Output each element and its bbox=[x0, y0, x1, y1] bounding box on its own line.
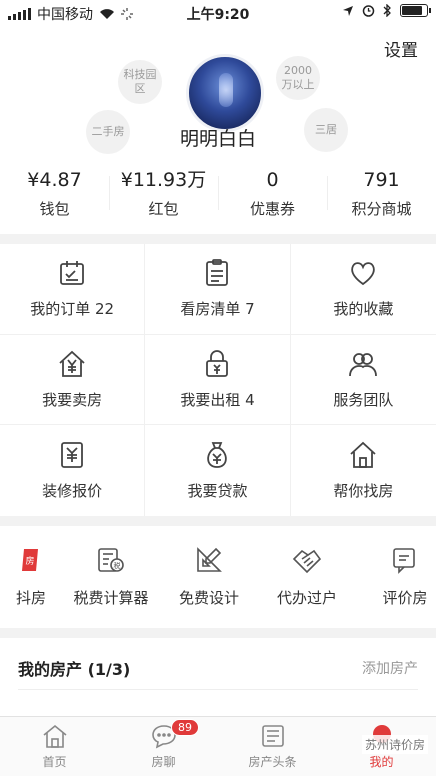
home-icon bbox=[350, 441, 376, 469]
grid-item-favorites[interactable]: 我的收藏 bbox=[290, 244, 436, 335]
stat-value: ¥11.93万 bbox=[120, 169, 207, 191]
grid-item-sell-house[interactable]: 我要卖房 bbox=[0, 334, 146, 426]
grid-item-viewing-list[interactable]: 看房清单 7 bbox=[145, 244, 291, 335]
battery-icon bbox=[400, 4, 431, 17]
tab-chat[interactable]: 房聊 89 bbox=[109, 717, 218, 776]
tool-label: 税费计算器 bbox=[73, 588, 149, 607]
house-yen-icon bbox=[59, 350, 85, 377]
alarm-icon bbox=[362, 5, 375, 17]
my-property-title: 我的房产 (1/3) bbox=[18, 659, 131, 679]
avatar[interactable] bbox=[186, 54, 264, 132]
home-tab-icon bbox=[42, 724, 67, 748]
bluetooth-icon bbox=[383, 4, 391, 17]
svg-text:税: 税 bbox=[114, 561, 121, 570]
grid-item-label: 服务团队 bbox=[333, 390, 394, 409]
tab-label: 房聊 bbox=[151, 755, 176, 769]
stat-label: 红包 bbox=[148, 200, 179, 218]
section-divider bbox=[0, 628, 436, 638]
grid-item-orders[interactable]: 我的订单 22 bbox=[0, 244, 146, 335]
news-icon bbox=[261, 725, 284, 747]
calculator-icon: 税 bbox=[98, 547, 124, 572]
username: 明明白白 bbox=[179, 128, 256, 150]
section-divider bbox=[0, 516, 436, 526]
tool-tax-calculator[interactable]: 税 税费计算器 bbox=[62, 526, 160, 626]
stats-row: ¥4.87 钱包 ¥11.93万红包 0 优惠券 791 积分商城 bbox=[0, 166, 436, 226]
stat-value: ¥4.87 bbox=[27, 169, 82, 191]
watermark: 苏州诗价房 bbox=[361, 735, 428, 754]
location-icon bbox=[343, 5, 353, 16]
tool-label: 免费设计 bbox=[178, 588, 239, 607]
grid-item-label: 装修报价 bbox=[42, 482, 103, 501]
tool-doufang[interactable]: 房 抖房 bbox=[0, 526, 62, 626]
tab-home[interactable]: 首页 bbox=[0, 717, 109, 776]
function-grid: 我的订单 22 看房清单 7 我的收藏 我要卖房 我要出租 4 服务团队 装修报… bbox=[0, 244, 436, 516]
tool-label: 代办过户 bbox=[276, 588, 337, 607]
lock-house-icon bbox=[206, 350, 229, 377]
tab-label: 房产头条 bbox=[248, 755, 297, 769]
section-divider bbox=[0, 234, 436, 244]
tab-label: 首页 bbox=[42, 755, 67, 769]
grid-item-service-team[interactable]: 服务团队 bbox=[290, 335, 436, 426]
grid-item-label: 我的订单 22 bbox=[30, 300, 115, 319]
my-property-header: 我的房产 (1/3) 添加房产 bbox=[18, 646, 418, 690]
tag-price-range[interactable]: 2000万以上 bbox=[276, 56, 320, 100]
stat-label: 积分商城 bbox=[351, 200, 412, 218]
tool-free-design[interactable]: 免费设计 bbox=[160, 526, 258, 626]
tab-label: 我的 bbox=[369, 755, 394, 769]
stat-points-mall[interactable]: 791 积分商城 bbox=[327, 166, 436, 226]
add-property-button[interactable]: 添加房产 bbox=[362, 658, 418, 678]
stat-label: 优惠券 bbox=[249, 200, 295, 218]
tool-label: 抖房 bbox=[15, 588, 46, 607]
review-icon bbox=[393, 547, 415, 574]
stat-label: 钱包 bbox=[39, 200, 70, 218]
design-icon bbox=[197, 546, 222, 572]
team-icon bbox=[349, 353, 378, 377]
grid-item-label: 我的收藏 bbox=[333, 300, 394, 319]
grid-item-label: 我要卖房 bbox=[42, 390, 103, 409]
grid-item-label: 看房清单 7 bbox=[180, 300, 255, 319]
tool-label: 评价房 bbox=[382, 588, 428, 607]
tool-transfer-agent[interactable]: 代办过户 bbox=[258, 526, 356, 626]
order-icon bbox=[60, 261, 85, 286]
heart-icon bbox=[351, 262, 376, 286]
settings-button[interactable]: 设置 bbox=[384, 36, 418, 61]
stat-wallet[interactable]: ¥4.87 钱包 bbox=[0, 166, 109, 226]
stat-value: 791 bbox=[363, 169, 400, 191]
list-icon bbox=[206, 259, 229, 287]
svg-text:房: 房 bbox=[25, 555, 34, 567]
tag-tech-park[interactable]: 科技园区 bbox=[118, 60, 162, 104]
grid-item-label: 我要出租 4 bbox=[180, 390, 255, 409]
money-bag-icon bbox=[207, 442, 228, 469]
grid-item-find-house[interactable]: 帮你找房 bbox=[291, 425, 436, 516]
unread-badge: 89 bbox=[171, 719, 199, 736]
grid-item-label: 我要贷款 bbox=[187, 482, 248, 501]
doufang-icon: 房 bbox=[22, 548, 38, 571]
grid-item-renovation-quote[interactable]: 装修报价 bbox=[0, 425, 146, 516]
stat-red-packet[interactable]: ¥11.93万红包 bbox=[109, 166, 218, 226]
tools-row: 房 抖房 税 税费计算器 免费设计 代办过户 评价房 bbox=[0, 526, 436, 626]
handshake-icon bbox=[292, 549, 322, 573]
stat-value: 0 bbox=[266, 169, 279, 191]
grid-item-loan[interactable]: 我要贷款 bbox=[145, 425, 291, 516]
tool-review-house[interactable]: 评价房 bbox=[356, 526, 436, 626]
quote-icon bbox=[61, 442, 84, 469]
status-bar: 中国移动 上午9:20 bbox=[0, 0, 436, 26]
grid-item-rent-out[interactable]: 我要出租 4 bbox=[145, 334, 291, 426]
grid-item-label: 帮你找房 bbox=[333, 482, 394, 501]
stat-coupon[interactable]: 0 优惠券 bbox=[218, 166, 327, 226]
tab-news[interactable]: 房产头条 bbox=[218, 717, 327, 776]
